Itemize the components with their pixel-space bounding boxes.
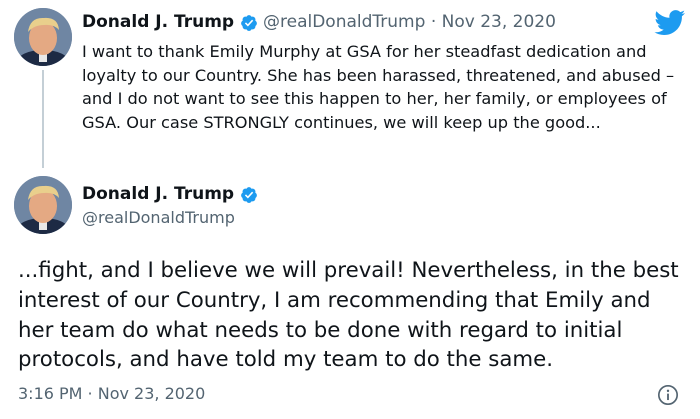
twitter-bird-icon[interactable] (654, 10, 686, 36)
author-name[interactable]: Donald J. Trump (82, 184, 234, 204)
avatar-image (14, 176, 72, 234)
avatar[interactable] (14, 176, 72, 234)
tweet-meta: @realDonaldTrump · Nov 23, 2020 (263, 12, 556, 32)
meta-separator: · (430, 12, 437, 32)
verified-badge-icon (241, 187, 257, 203)
avatar[interactable] (14, 8, 72, 66)
verified-badge-icon (241, 15, 257, 31)
info-icon[interactable] (657, 384, 679, 406)
tweet-timestamp[interactable]: 3:16 PM · Nov 23, 2020 (18, 384, 205, 403)
tweet-text: ...fight, and I believe we will prevail!… (18, 258, 679, 373)
tweet-date[interactable]: Nov 23, 2020 (442, 12, 556, 32)
tweet-text: I want to thank Emily Murphy at GSA for … (82, 42, 675, 132)
avatar-image (14, 8, 72, 66)
author-handle[interactable]: @realDonaldTrump (82, 208, 235, 227)
author-name[interactable]: Donald J. Trump (82, 12, 234, 32)
author-handle[interactable]: @realDonaldTrump (263, 12, 425, 32)
thread-connector-line (42, 70, 44, 168)
